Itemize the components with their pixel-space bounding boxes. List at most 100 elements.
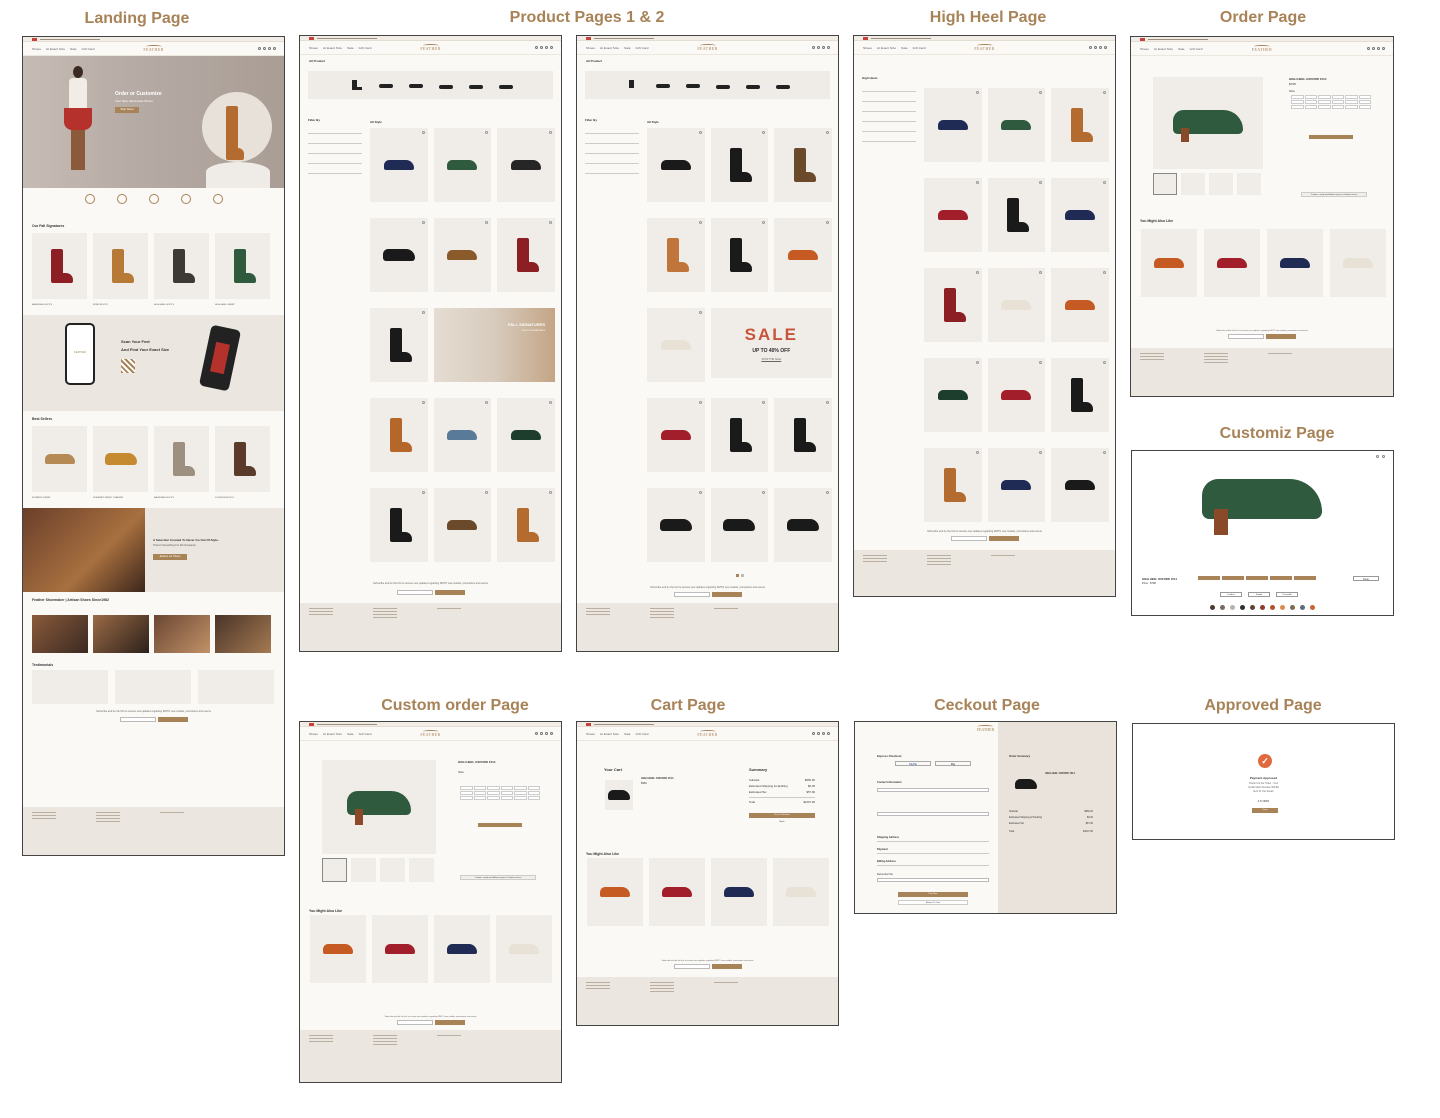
share-icon[interactable] <box>1376 455 1379 458</box>
paypal-button[interactable]: PayPal <box>895 761 931 766</box>
explore-button[interactable]: Explore our Shoes <box>153 554 187 560</box>
fall-heading: Our Fall Signatures <box>32 224 65 228</box>
hero-title: Order or Customize <box>115 91 162 97</box>
color-swatch[interactable] <box>1250 605 1255 610</box>
email-field[interactable] <box>877 788 989 792</box>
phone-photo <box>198 324 242 392</box>
back-button[interactable]: Back <box>749 820 815 825</box>
scan-feet-section: FEATHER Scan Your Feet And Find Your Exa… <box>23 315 284 411</box>
search-icon[interactable] <box>258 47 261 50</box>
title-landing: Landing Page <box>84 10 190 27</box>
title-order: Order Page <box>1219 9 1307 26</box>
add-to-cart-button[interactable] <box>1309 135 1353 139</box>
type-strip <box>308 71 553 99</box>
leather-icon[interactable] <box>180 194 191 204</box>
logo[interactable]: FEATHER <box>143 45 163 52</box>
testimonials-heading: Testimonials <box>32 663 54 667</box>
high-heel-page-frame: Shoes At Exact Size Sale Gift Card FEATHER H… <box>853 35 1116 597</box>
checkout-page-frame: FEATHER Express Checkout PayPal Pay Cont… <box>854 721 1117 914</box>
close-icon[interactable] <box>1382 455 1385 458</box>
nav-gift-card[interactable]: Gift Card <box>82 47 95 51</box>
color-swatch[interactable] <box>1230 605 1235 610</box>
model-image <box>63 66 93 176</box>
main-nav: Shoes At Exact Size Sale Gift Card FEATHER <box>23 42 284 56</box>
title-customiz: Customiz Page <box>1219 425 1335 442</box>
product-card[interactable]: MONK BOOTS <box>93 233 148 306</box>
shop-shoes-button[interactable]: Shop Shoes <box>115 107 139 113</box>
product-name: HIGH HEEL OXFORD 1514 <box>1289 77 1327 81</box>
product-card[interactable]: WOMEN'S DERBY <box>32 426 87 499</box>
color-swatch[interactable] <box>1290 605 1295 610</box>
part-tabs <box>1198 576 1316 580</box>
testimonial-cards <box>32 670 275 704</box>
product-card[interactable]: BALMORAL BOOTS <box>32 233 87 306</box>
color-swatch[interactable] <box>1220 605 1225 610</box>
product-card[interactable]: HIGH HEEL BOOTS <box>154 233 209 306</box>
heart-icon[interactable] <box>263 47 266 50</box>
cart-icon[interactable] <box>273 47 276 50</box>
product-page-2-frame: Shoes At Exact Size Sale Gift Card FEATHER A… <box>576 35 839 652</box>
check-icon: ✓ <box>1258 754 1272 768</box>
handmade-icon[interactable] <box>148 194 159 204</box>
qr-code <box>121 359 135 373</box>
nav-shoes[interactable]: Shoes <box>32 47 41 51</box>
category-icons <box>23 188 284 218</box>
return-to-cart-button[interactable]: Return To Cart <box>898 900 968 905</box>
landing-page-frame: Shoes At Exact Size Sale Gift Card FEATHER … <box>22 36 285 856</box>
pay-now-button[interactable]: Pay Now <box>898 892 968 897</box>
user-icon[interactable] <box>268 47 271 50</box>
color-swatch[interactable] <box>1310 605 1315 610</box>
craft-gallery <box>32 615 275 653</box>
apple-pay-button[interactable]: Pay <box>935 761 971 766</box>
phone-field[interactable] <box>877 812 989 816</box>
product-card[interactable]: BALMORAL BOOTS <box>154 426 209 499</box>
summary-table: Subtotal $950.00 Estimated Shipping & Han… <box>749 778 815 804</box>
product-card[interactable]: HIGH HEEL DERBY <box>215 233 270 306</box>
nav-exact-size[interactable]: At Exact Size <box>46 47 65 51</box>
done-button[interactable]: Done <box>1252 808 1278 813</box>
customize-icon[interactable] <box>116 194 127 204</box>
color-swatch[interactable] <box>1240 605 1245 610</box>
customiz-page-frame: HIGH HEEL OXFORD 1514 Price : $768 Done … <box>1131 450 1394 616</box>
best-grid: WOMEN'S DERBY HORSEBIT PENNY LOAFERS BAL… <box>23 424 284 499</box>
title-approved: Approved Page <box>1204 697 1322 714</box>
exact-size-icon[interactable] <box>212 194 223 204</box>
color-swatch[interactable] <box>1260 605 1265 610</box>
checkout-button[interactable]: Go to Checkout <box>749 813 815 818</box>
loafers-icon[interactable] <box>84 194 95 204</box>
color-swatches <box>1132 605 1393 610</box>
filters: Filter By <box>308 118 362 176</box>
footer <box>23 807 284 855</box>
cart-item-image <box>605 780 633 810</box>
email-input[interactable] <box>119 717 156 722</box>
product-card[interactable]: HORSEBIT PENNY LOAFERS <box>93 426 148 499</box>
color-swatch[interactable] <box>1210 605 1215 610</box>
thumbnail-row <box>1153 173 1261 195</box>
product-price: $768 <box>1289 82 1296 86</box>
material-tabs: Leather Suede Crocodile <box>1220 592 1298 597</box>
recommendation-row <box>1141 229 1386 297</box>
custom-shoe-image <box>1202 469 1322 539</box>
fall-grid: BALMORAL BOOTS MONK BOOTS HIGH HEEL BOOT… <box>23 231 284 306</box>
sale-banner[interactable]: SALE UP TO 40% OFF SHOP THE SALE <box>710 308 832 378</box>
color-swatch[interactable] <box>1300 605 1305 610</box>
color-swatch[interactable] <box>1280 605 1285 610</box>
subscribe-button[interactable] <box>157 717 188 722</box>
order-page-frame: Shoes At Exact Size Sale Gift Card FEATHER H… <box>1130 36 1394 397</box>
phone-image: FEATHER <box>65 323 95 385</box>
nav-sale[interactable]: Sale <box>70 47 76 51</box>
customize-button[interactable]: Custom - made and deliver to you in 4 we… <box>1301 192 1367 197</box>
promo-image <box>23 508 145 592</box>
size-grid[interactable] <box>1291 95 1371 109</box>
product-main-image <box>1153 77 1263 169</box>
hero-banner: Order or Customize Your New Handmade Sho… <box>23 56 284 188</box>
color-swatch[interactable] <box>1270 605 1275 610</box>
done-button[interactable]: Done <box>1353 576 1379 581</box>
cart-heading: Your Cart <box>604 767 622 772</box>
product-card[interactable]: JODHPUR BOOTS <box>215 426 270 499</box>
approved-title: Payment Approved <box>1249 776 1278 780</box>
title-product: Product Pages 1 & 2 <box>509 9 665 26</box>
title-cart: Cart Page <box>650 697 726 714</box>
title-custom-order: Custom order Page <box>381 697 529 714</box>
summary-heading: Summary <box>749 767 768 772</box>
